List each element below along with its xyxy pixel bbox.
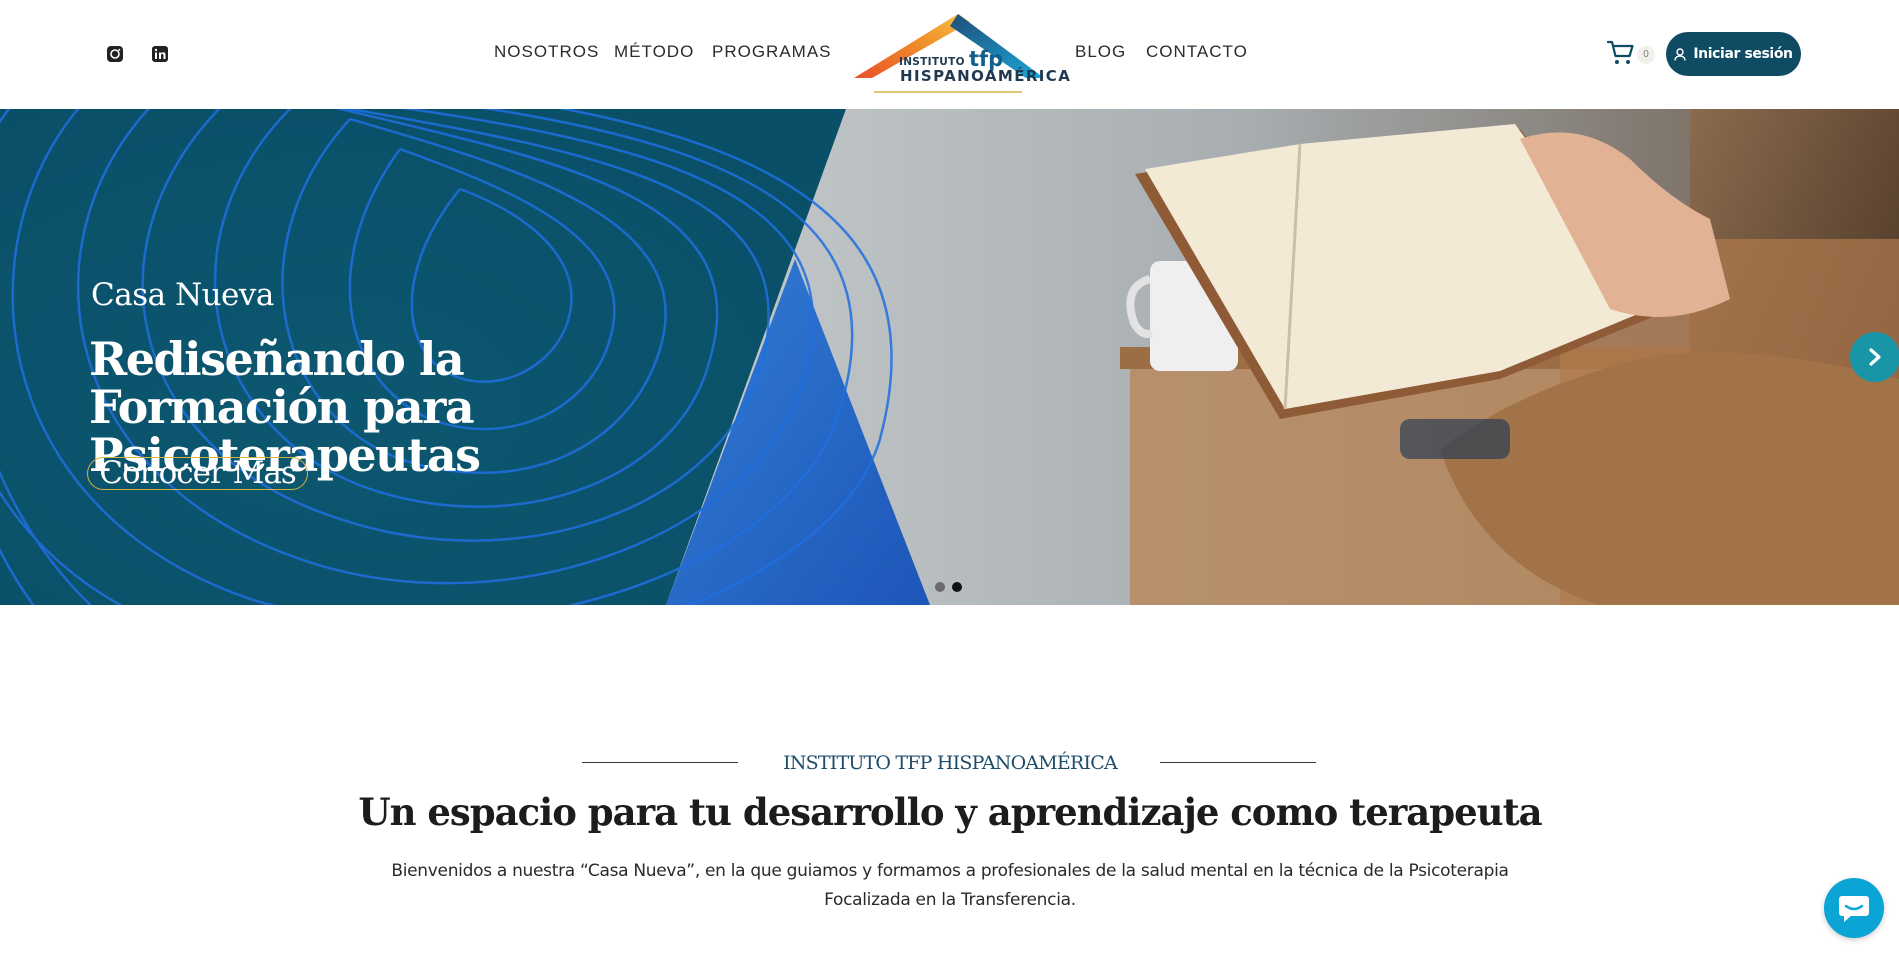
login-label: Iniciar sesión [1693,46,1793,62]
instagram-icon[interactable] [105,44,125,64]
intro-body: Bienvenidos a nuestra “Casa Nueva”, en l… [391,861,1509,910]
nav-nosotros[interactable]: NOSOTROS [494,42,599,62]
chat-bubble-icon [1839,896,1869,922]
chevron-right-icon [1869,348,1881,366]
slider-dot-2[interactable] [952,582,962,592]
user-icon [1674,47,1687,61]
hero-slider: Casa Nueva Rediseñando la Formación para… [0,109,1899,605]
nav-metodo[interactable]: MÉTODO [614,42,694,62]
linkedin-icon[interactable] [150,44,170,64]
intro-kicker: INSTITUTO TFP HISPANOAMÉRICA [783,752,1118,774]
hero-cta-button[interactable]: Conocer Más [87,457,308,490]
cart-count-badge: 0 [1637,46,1655,64]
nav-programas[interactable]: PROGRAMAS [712,42,832,62]
intro-title: Un espacio para tu desarrollo y aprendiz… [358,790,1542,834]
logo-wordmark: HISPANOAMÉRICA [900,67,1072,85]
cart-icon[interactable] [1606,40,1635,66]
nav-contacto[interactable]: CONTACTO [1146,42,1248,62]
site-header: NOSOTROS MÉTODO PROGRAMAS INSTITUTO tfp … [0,0,1899,109]
site-logo[interactable]: INSTITUTO tfp HISPANOAMÉRICA [852,12,1070,98]
nav-blog[interactable]: BLOG [1075,42,1126,62]
chat-widget-button[interactable] [1824,878,1884,938]
hero-kicker: Casa Nueva [91,277,274,313]
slider-next-button[interactable] [1850,332,1899,382]
login-button[interactable]: Iniciar sesión [1666,32,1801,76]
slider-dot-1[interactable] [935,582,945,592]
kicker-rule-right [1160,762,1316,763]
